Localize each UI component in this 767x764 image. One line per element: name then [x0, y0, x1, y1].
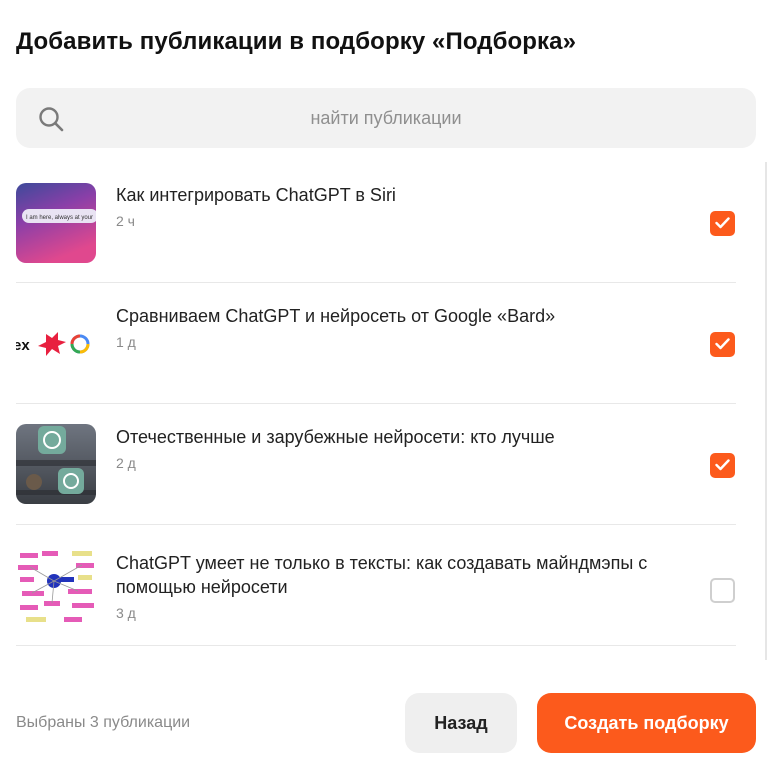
publication-title[interactable]: ChatGPT умеет не только в тексты: как со… [116, 551, 676, 599]
publication-checkbox[interactable] [710, 211, 735, 236]
publication-thumbnail: ex [16, 304, 96, 384]
publication-checkbox[interactable] [710, 578, 735, 603]
publication-time: 2 ч [116, 213, 135, 229]
search-input[interactable] [76, 88, 696, 148]
checkmark-icon [715, 338, 730, 350]
thumb-caption: I am here, always at your [26, 215, 93, 221]
publication-item[interactable]: ChatGPT умеет не только в тексты: как со… [16, 525, 736, 646]
checkmark-icon [715, 459, 730, 471]
selected-count: Выбраны 3 публикации [16, 714, 191, 731]
publication-thumbnail [16, 424, 96, 504]
divider [16, 645, 736, 646]
publication-list[interactable]: I am here, always at your Как интегриров… [0, 162, 767, 660]
publication-thumbnail: I am here, always at your [16, 183, 96, 263]
back-button[interactable]: Назад [405, 693, 517, 753]
publication-thumbnail [16, 547, 96, 627]
publication-checkbox[interactable] [710, 453, 735, 478]
publication-item[interactable]: Отечественные и зарубежные нейросети: кт… [16, 404, 736, 525]
publication-item[interactable]: ex Сравниваем ChatGPT и нейросеть от Goo… [16, 283, 736, 404]
publication-item[interactable]: I am here, always at your Как интегриров… [16, 162, 736, 283]
publication-title[interactable]: Отечественные и зарубежные нейросети: кт… [116, 425, 676, 449]
create-collection-button[interactable]: Создать подборку [537, 693, 756, 753]
search-icon [38, 106, 64, 132]
search-bar[interactable] [16, 88, 756, 148]
publication-time: 3 д [116, 605, 136, 621]
publication-title[interactable]: Как интегрировать ChatGPT в Siri [116, 183, 676, 207]
thumb-caption: ex [16, 337, 30, 354]
dialog-title: Добавить публикации в подборку «Подборка… [16, 28, 577, 55]
publication-checkbox[interactable] [710, 332, 735, 357]
checkmark-icon [715, 217, 730, 229]
publication-title[interactable]: Сравниваем ChatGPT и нейросеть от Google… [116, 304, 676, 328]
publication-time: 1 д [116, 334, 136, 350]
publication-time: 2 д [116, 455, 136, 471]
add-to-collection-dialog: Добавить публикации в подборку «Подборка… [0, 0, 767, 764]
